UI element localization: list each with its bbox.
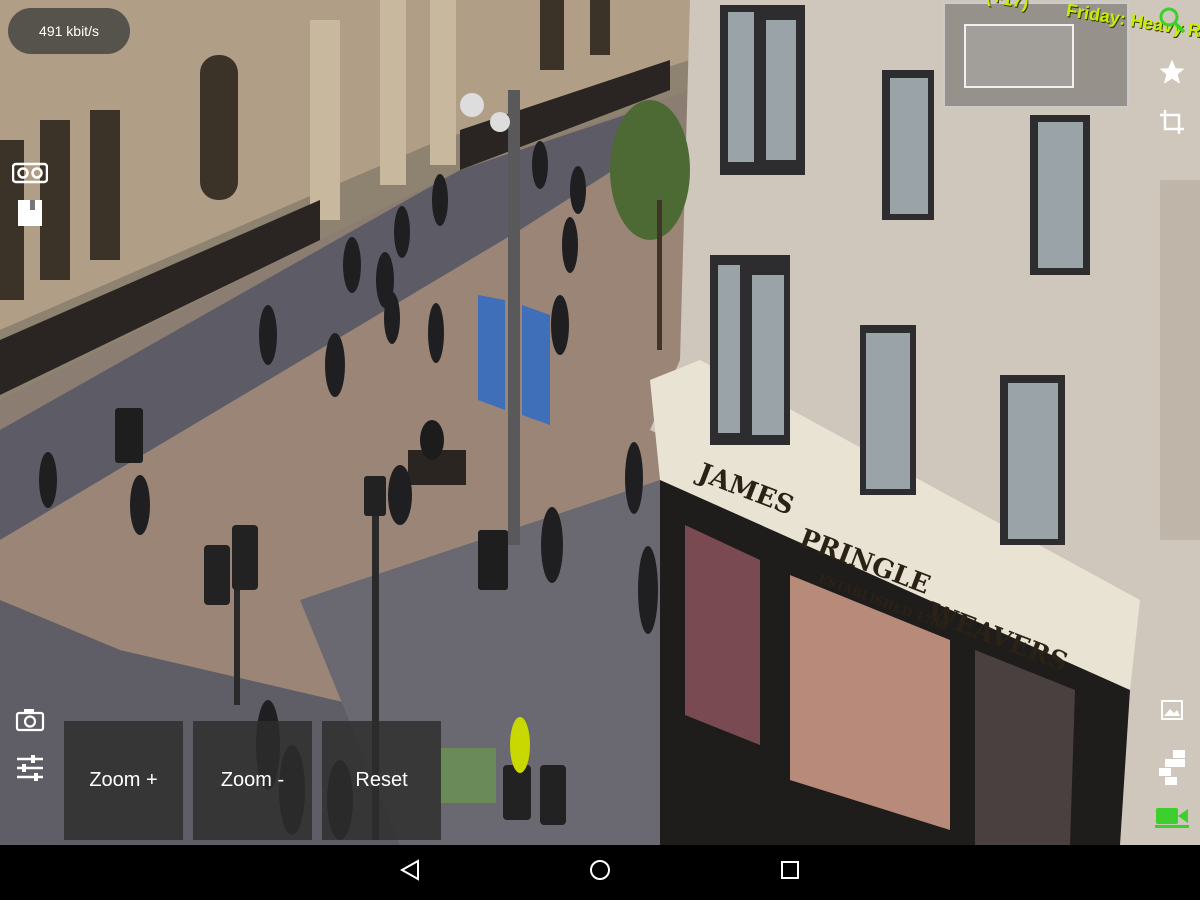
camera-view[interactable]: JAMES PRINGLE ESTABLISHED 1780 WEAVERS	[0, 0, 1200, 845]
street-scene: JAMES PRINGLE ESTABLISHED 1780 WEAVERS	[0, 0, 1200, 845]
zoom-out-button[interactable]: Zoom -	[193, 721, 312, 840]
home-button[interactable]	[578, 852, 622, 892]
back-button[interactable]	[388, 852, 432, 892]
minimap-viewport[interactable]	[964, 24, 1074, 88]
vr-icon	[11, 162, 49, 189]
image-button[interactable]	[1150, 690, 1194, 734]
grid-button[interactable]	[1150, 748, 1194, 792]
right-toolbar	[1150, 0, 1200, 845]
bookmark-icon	[16, 198, 44, 233]
recent-apps-button[interactable]	[768, 852, 812, 892]
camera-icon	[15, 708, 45, 737]
search-icon	[1158, 6, 1186, 39]
vr-mode-button[interactable]	[10, 155, 50, 195]
video-camera-icon	[1155, 804, 1189, 833]
android-navigation-bar	[0, 845, 1200, 900]
bookmark-button[interactable]	[10, 195, 50, 235]
snapshot-button[interactable]	[10, 702, 50, 742]
crop-icon	[1159, 109, 1185, 140]
settings-button[interactable]	[10, 750, 50, 790]
video-camera-button[interactable]	[1150, 796, 1194, 840]
crop-button[interactable]	[1150, 102, 1194, 146]
grid-icon	[1157, 749, 1187, 791]
minimap[interactable]	[943, 2, 1129, 108]
zoom-in-button[interactable]: Zoom +	[64, 721, 183, 840]
back-icon	[399, 858, 421, 886]
favorite-button[interactable]	[1150, 52, 1194, 96]
star-icon	[1157, 57, 1187, 92]
image-icon	[1161, 699, 1183, 725]
home-icon	[589, 859, 611, 886]
recent-apps-icon	[780, 860, 800, 885]
settings-sliders-icon	[15, 754, 45, 787]
reset-button[interactable]: Reset	[322, 721, 441, 840]
search-button[interactable]	[1150, 0, 1194, 44]
bitrate-indicator: 491 kbit/s	[8, 8, 130, 54]
